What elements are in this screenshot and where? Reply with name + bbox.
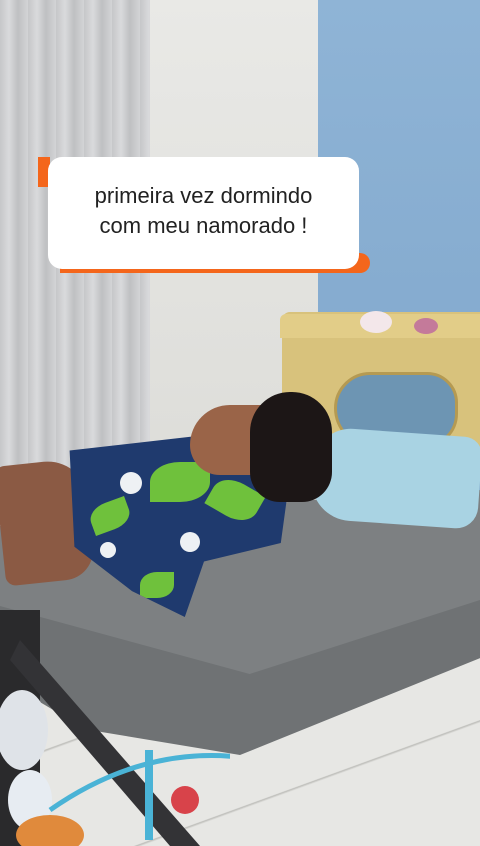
caption-line-2: com meu namorado ! (99, 213, 308, 238)
baby-crib (0, 610, 230, 846)
dress-flower-pattern (120, 472, 142, 494)
dress-leaf-pattern (86, 496, 134, 536)
caption-line-1: primeira vez dormindo (94, 183, 313, 208)
dress-flower-pattern (100, 542, 116, 558)
shelf-decorations (360, 311, 438, 334)
caption-text: primeira vez dormindo com meu namorado ! (81, 181, 327, 241)
caption-box: primeira vez dormindo com meu namorado ! (48, 157, 359, 269)
person-hair (250, 392, 332, 502)
pillow (308, 426, 480, 530)
plush-toy (0, 690, 48, 770)
dress-flower-pattern (180, 532, 200, 552)
photo-scene: primeira vez dormindo com meu namorado ! (0, 0, 480, 846)
shelf-figurine-pink (414, 318, 438, 334)
dress-leaf-pattern (140, 572, 174, 598)
caption-sticker: primeira vez dormindo com meu namorado ! (38, 157, 370, 273)
shelf-figurine-white (360, 311, 392, 333)
toy-ball (171, 786, 199, 814)
crib-mobile-pole (145, 750, 153, 840)
